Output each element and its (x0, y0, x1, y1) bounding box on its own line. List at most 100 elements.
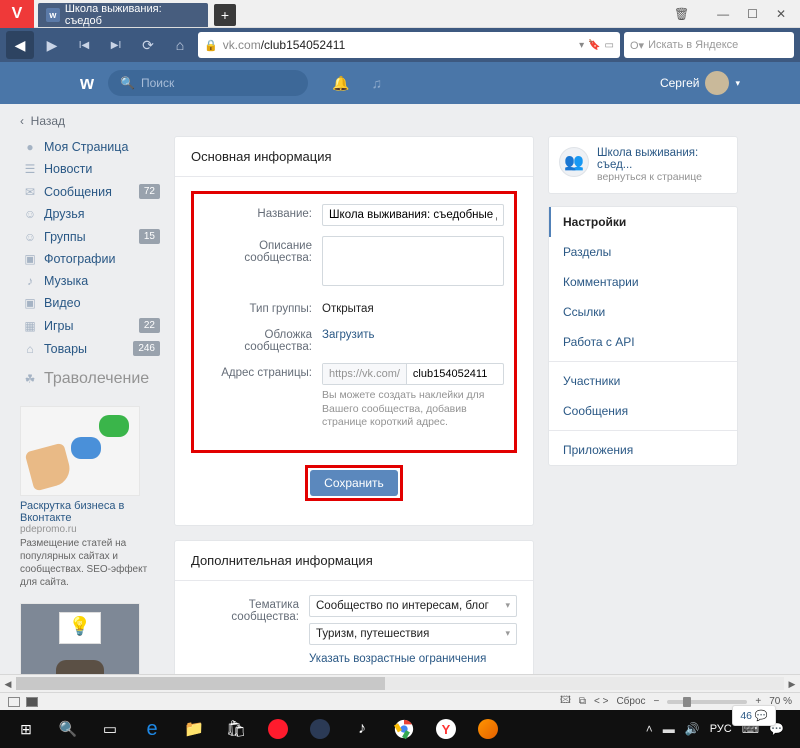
task-view-icon[interactable]: ▭ (90, 712, 130, 746)
ad-block-2[interactable]: 💡 Вконтакте! Здесь Ваши клиенты dialweb.… (20, 603, 160, 674)
nav-item[interactable]: ✉Сообщения72 (20, 180, 160, 203)
rewind-button[interactable]: I◀ (70, 31, 98, 59)
start-button[interactable]: ⊞ (6, 712, 46, 746)
reload-button[interactable]: ⟳ (134, 31, 162, 59)
tile-icon[interactable]: ⧉ (579, 696, 586, 707)
back-link[interactable]: ‹ Назад (20, 114, 800, 128)
description-textarea[interactable] (322, 236, 504, 286)
search-placeholder: Искать в Яндексе (648, 39, 738, 51)
nav-item[interactable]: ☰Новости (20, 158, 160, 180)
language-indicator[interactable]: РУС (710, 723, 732, 735)
battery-icon[interactable]: ▬ (663, 722, 675, 736)
forward-button[interactable]: ▶ (38, 31, 66, 59)
scroll-right-icon[interactable]: ▶ (784, 675, 800, 693)
scroll-left-icon[interactable]: ◀ (0, 675, 16, 693)
community-card[interactable]: 👥 Школа выживания: съед... вернуться к с… (548, 136, 738, 194)
url-dropdown-icon[interactable]: ▾ (579, 40, 584, 51)
zoom-out-icon[interactable]: − (654, 696, 660, 707)
back-button[interactable]: ◀ (6, 31, 34, 59)
app-icon[interactable] (300, 712, 340, 746)
right-sidebar: 👥 Школа выживания: съед... вернуться к с… (548, 136, 738, 674)
ad-block-1[interactable]: Раскрутка бизнеса в Вконтакте pdepromo.r… (20, 406, 160, 589)
music-icon[interactable]: ♫ (371, 75, 382, 92)
vk-search-placeholder: Поиск (141, 76, 174, 90)
volume-icon[interactable]: 🔊 (685, 722, 700, 736)
bookmark-icon[interactable]: 🔖 (588, 40, 600, 51)
nav-item[interactable]: ♪Музыка (20, 270, 160, 292)
save-button[interactable]: Сохранить (310, 470, 398, 496)
images-toggle-icon[interactable]: 🖾 (560, 693, 571, 710)
badge: 72 (139, 184, 160, 199)
status-box-icon[interactable] (8, 697, 20, 707)
nav-item[interactable]: ☺Группы15 (20, 225, 160, 248)
panel-title: Дополнительная информация (175, 541, 533, 581)
home-button[interactable]: ⌂ (166, 31, 194, 59)
nav-item[interactable]: ▦Игры22 (20, 314, 160, 337)
age-restrictions-link[interactable]: Указать возрастные ограничения (309, 651, 517, 665)
block-icon[interactable]: ▭ (605, 40, 614, 51)
maximize-button[interactable]: ☐ (747, 7, 758, 21)
settings-nav-item[interactable]: Приложения (549, 435, 737, 465)
horizontal-scrollbar[interactable]: ◀ ▶ (0, 674, 800, 692)
nav-extra-item[interactable]: ☘Траволечение (20, 360, 160, 392)
settings-nav-item[interactable]: Сообщения (549, 396, 737, 426)
search-icon[interactable]: 🔍 (48, 712, 88, 746)
notifications-icon[interactable]: 🔔 (332, 75, 349, 92)
vk-header: w 🔍 Поиск 🔔 ♫ Сергей ▾ (0, 62, 800, 104)
nav-item[interactable]: ●Моя Страница (20, 136, 160, 158)
panel-additional-info: Дополнительная информация Тематика сообщ… (174, 540, 534, 674)
browser-statusbar: 🖾 ⧉ < > Сброс − + 70 % (0, 692, 800, 710)
trash-icon[interactable]: 🗑 (674, 7, 689, 21)
yandex-icon[interactable]: Y (426, 712, 466, 746)
nav-item[interactable]: ▣Видео (20, 292, 160, 314)
badge: 15 (139, 229, 160, 244)
status-box-icon[interactable] (26, 697, 38, 707)
close-button[interactable]: ✕ (776, 7, 786, 21)
tray-up-icon[interactable]: ˄ (646, 722, 653, 736)
main-nav: ●Моя Страница☰Новости✉Сообщения72☺Друзья… (20, 136, 160, 360)
chrome-icon[interactable] (384, 712, 424, 746)
page-address-input[interactable]: https://vk.com/ club154052411 (322, 363, 504, 385)
nav-item[interactable]: ▣Фотографии (20, 248, 160, 270)
browser-tab[interactable]: w Школа выживания: съедоб (38, 3, 208, 27)
settings-nav-active[interactable]: Настройки (549, 207, 737, 237)
search-engine-icon: О▾ (630, 39, 644, 52)
zoom-reset[interactable]: Сброс (616, 696, 645, 707)
settings-nav-item[interactable]: Ссылки (549, 297, 737, 327)
nav-item[interactable]: ⌂Товары246 (20, 337, 160, 360)
store-icon[interactable]: 🛍 (216, 712, 256, 746)
scrollbar-thumb[interactable] (16, 677, 385, 690)
panel-basic-info: Основная информация Название: Описание с… (174, 136, 534, 526)
vk-search[interactable]: 🔍 Поиск (108, 70, 308, 96)
settings-nav-item[interactable]: Участники (549, 366, 737, 396)
minimize-button[interactable]: — (717, 7, 729, 21)
opera-icon[interactable] (258, 712, 298, 746)
name-input[interactable] (322, 204, 504, 226)
tab-title: Школа выживания: съедоб (65, 3, 200, 27)
windows-taskbar: ⊞ 🔍 ▭ e 📁 🛍 ♪ Y ˄ ▬ 🔊 РУС ⌨ 💬 (0, 710, 800, 748)
upload-cover-link[interactable]: Загрузить (322, 325, 375, 353)
vivaldi-logo[interactable]: V (0, 0, 34, 28)
settings-nav-item[interactable]: Разделы (549, 237, 737, 267)
zoom-slider[interactable] (667, 700, 747, 704)
fastforward-button[interactable]: ▶I (102, 31, 130, 59)
itunes-icon[interactable]: ♪ (342, 712, 382, 746)
new-tab-button[interactable]: + (214, 4, 236, 26)
user-menu[interactable]: Сергей ▾ (660, 71, 740, 95)
topic-dropdown[interactable]: Сообщество по интересам, блог▾ (309, 595, 517, 617)
browser-toolbar: ◀ ▶ I◀ ▶I ⟳ ⌂ 🔒 vk.com/club154052411 ▾ 🔖… (0, 28, 800, 62)
chevron-down-icon: ▾ (505, 600, 510, 611)
arrows-icon[interactable]: < > (594, 696, 608, 707)
address-bar[interactable]: 🔒 vk.com/club154052411 ▾ 🔖 ▭ (198, 32, 620, 58)
firefox-icon[interactable] (468, 712, 508, 746)
chevron-down-icon: ▾ (505, 628, 510, 639)
nav-item[interactable]: ☺Друзья (20, 203, 160, 225)
group-type-value: Открытая (322, 299, 374, 315)
edge-icon[interactable]: e (132, 712, 172, 746)
subcategory-dropdown[interactable]: Туризм, путешествия▾ (309, 623, 517, 645)
vk-logo-icon[interactable]: w (80, 73, 94, 94)
settings-nav-item[interactable]: Комментарии (549, 267, 737, 297)
settings-nav-item[interactable]: Работа с API (549, 327, 737, 357)
search-box[interactable]: О▾ Искать в Яндексе (624, 32, 794, 58)
explorer-icon[interactable]: 📁 (174, 712, 214, 746)
